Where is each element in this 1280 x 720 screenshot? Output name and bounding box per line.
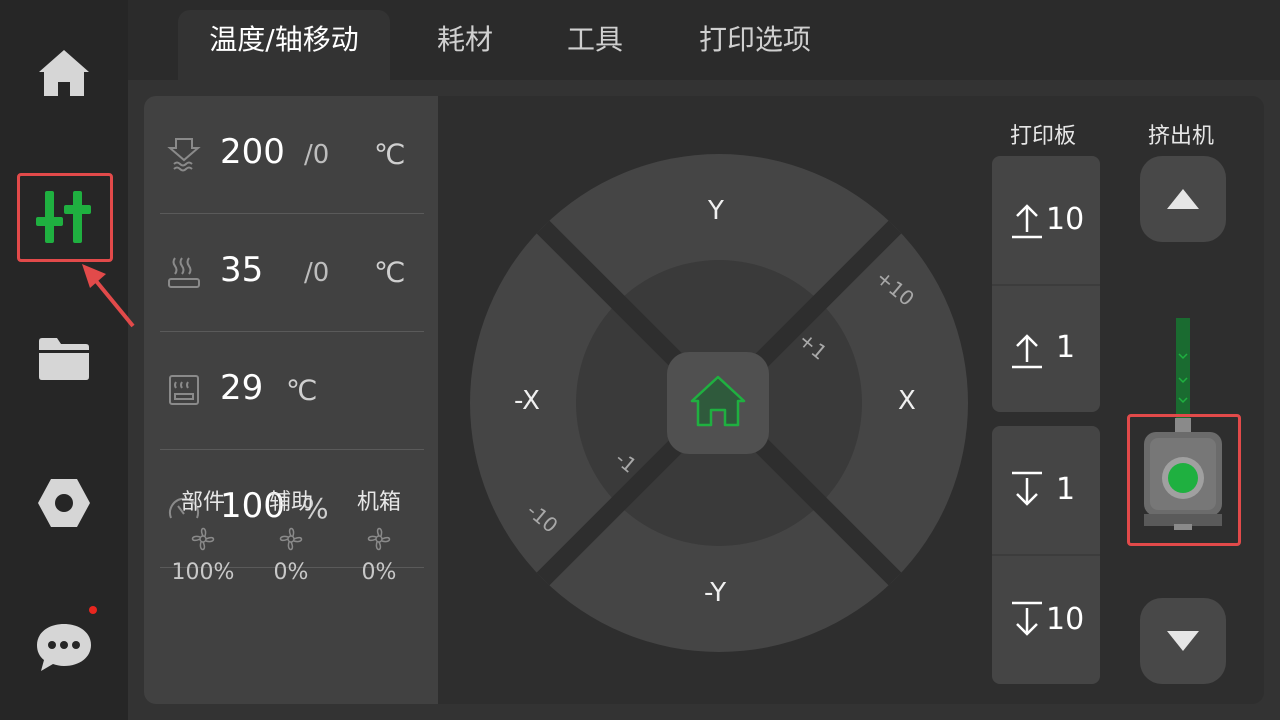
- chamber-temp-row[interactable]: 29 ℃: [160, 332, 424, 450]
- jog-y-plus[interactable]: Y: [708, 196, 724, 226]
- bed-down-10-label: 10: [1046, 602, 1085, 637]
- chamber-current-temp: 29: [220, 368, 264, 408]
- sidebar-item-messages[interactable]: [14, 604, 114, 690]
- jog-y-minus[interactable]: -Y: [704, 578, 726, 608]
- extruder-column-label: 挤出机: [1148, 124, 1215, 149]
- fan-part-label: 部件: [180, 490, 225, 515]
- fan-chamber-label: 机箱: [356, 490, 401, 515]
- bed-up-1-label: 1: [1056, 330, 1076, 365]
- arrow-up-icon: [1012, 204, 1042, 239]
- bed-up-1-button[interactable]: 1: [992, 286, 1100, 414]
- highlight-box-control: [17, 173, 113, 262]
- temperature-panel: 200 /0 ℃ 35 /0 ℃ 29 ℃ 100 %: [144, 96, 438, 704]
- tab-filament[interactable]: 耗材: [420, 0, 510, 80]
- sidebar: [0, 0, 128, 720]
- heated-bed-icon: [168, 257, 200, 288]
- bed-up-10-button[interactable]: 10: [992, 156, 1100, 284]
- tab-temperature-axis[interactable]: 温度/轴移动: [178, 10, 390, 80]
- fan-part[interactable]: 部件 100%: [159, 484, 247, 585]
- nozzle-target-temp: /0: [304, 140, 330, 170]
- fan-icon: [191, 527, 215, 551]
- tab-tools[interactable]: 工具: [550, 0, 640, 80]
- sidebar-item-home[interactable]: [14, 30, 114, 116]
- bed-up-10-label: 10: [1046, 202, 1085, 237]
- jog-x-plus[interactable]: X: [898, 386, 916, 416]
- arrow-up-icon: [1012, 334, 1042, 369]
- bed-target-temp: /0: [304, 258, 330, 288]
- bed-temp-unit: ℃: [374, 256, 406, 289]
- folder-icon: [39, 338, 89, 380]
- chamber-icon: [169, 375, 199, 405]
- fan-aux[interactable]: 辅助 0%: [247, 484, 335, 585]
- arrow-down-icon: [1012, 601, 1042, 636]
- jog-x-minus[interactable]: -X: [514, 386, 540, 416]
- chamber-temp-unit: ℃: [286, 374, 318, 407]
- fan-part-value: 100%: [171, 560, 235, 585]
- extruder-up-button[interactable]: [1140, 156, 1226, 242]
- filament-icon: [1176, 318, 1190, 420]
- chat-icon: [37, 624, 91, 671]
- triangle-down-icon: [1167, 631, 1199, 651]
- bed-current-temp: 35: [220, 250, 264, 290]
- nozzle-icon: [167, 138, 201, 172]
- home-axes-button[interactable]: [667, 352, 769, 454]
- annotation-arrow-icon: [82, 264, 135, 328]
- bed-down-10-button[interactable]: 10: [992, 556, 1100, 684]
- sidebar-item-settings[interactable]: [14, 460, 114, 546]
- nozzle-temp-unit: ℃: [374, 138, 406, 171]
- bed-down-1-label: 1: [1056, 472, 1076, 507]
- nozzle-temp-row[interactable]: 200 /0 ℃: [160, 96, 424, 214]
- fan-icon: [279, 527, 303, 551]
- fan-chamber[interactable]: 机箱 0%: [335, 484, 423, 585]
- extruder-down-button[interactable]: [1140, 598, 1226, 684]
- nozzle-current-temp: 200: [220, 132, 285, 172]
- fan-aux-value: 0%: [273, 560, 309, 585]
- home-icon: [690, 375, 746, 427]
- fan-aux-label: 辅助: [268, 490, 313, 515]
- triangle-up-icon: [1167, 189, 1199, 209]
- highlight-box-extruder: [1127, 414, 1241, 546]
- home-icon: [39, 50, 89, 96]
- fan-icon: [367, 527, 391, 551]
- bed-column-label: 打印板: [1010, 124, 1077, 149]
- arrow-down-icon: [1012, 471, 1042, 506]
- fan-chamber-value: 0%: [361, 560, 397, 585]
- bed-down-1-button[interactable]: 1: [992, 426, 1100, 554]
- notification-dot: [89, 606, 97, 614]
- settings-hex-icon: [38, 479, 90, 527]
- tab-print-options[interactable]: 打印选项: [682, 0, 828, 80]
- bed-temp-row[interactable]: 35 /0 ℃: [160, 214, 424, 332]
